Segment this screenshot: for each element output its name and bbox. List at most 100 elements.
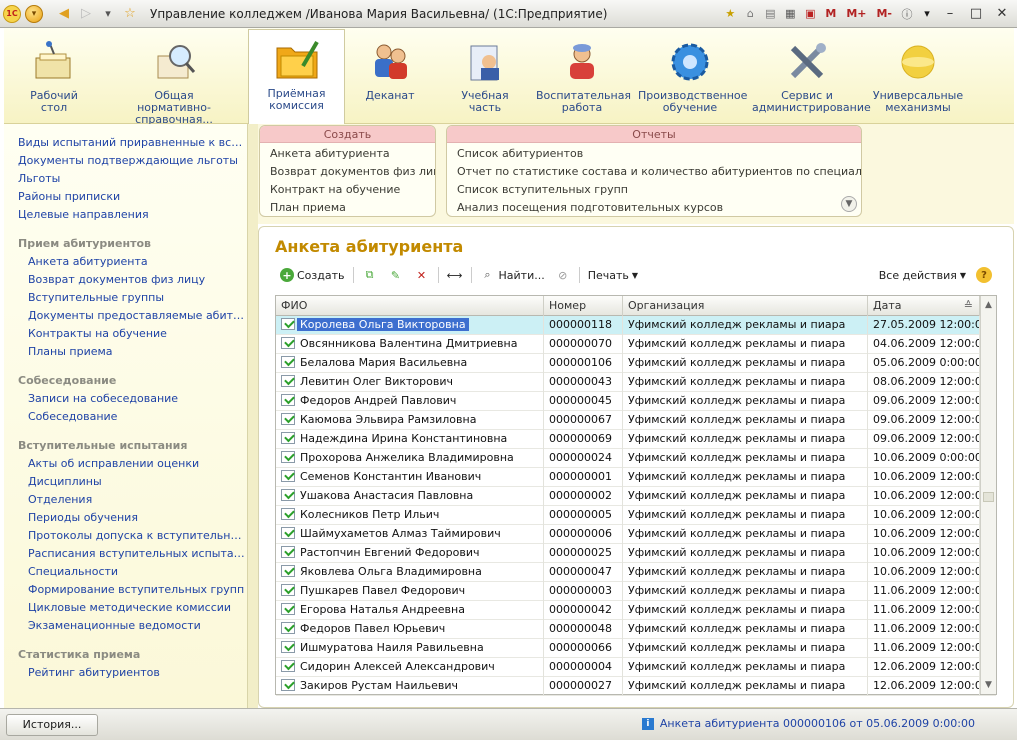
column-header-fio[interactable]: ФИО [276,296,544,316]
delete-button[interactable]: ✕ [409,267,435,283]
all-actions-button[interactable]: Все действия ▼ [874,269,971,282]
maximize-button[interactable]: □ [965,6,987,21]
scroll-thumb[interactable] [983,492,994,502]
nav-link[interactable]: Льготы [4,170,247,188]
table-row[interactable]: Яковлева Ольга Владимировна 000000047 Уфим… [276,563,996,582]
table-row[interactable]: Каюмова Эльвира Рамзиловна 000000067 Уфимс… [276,411,996,430]
back-arrow-icon[interactable]: ◀ [54,4,74,24]
column-header-number[interactable]: Номер [544,296,623,316]
table-row[interactable]: Пушкарев Павел Федорович 000000003 Уфимски… [276,582,996,601]
nav-link[interactable]: Формирование вступительных групп [4,581,247,599]
calculator-icon[interactable]: ▦ [782,6,798,22]
nav-link[interactable]: Документы предоставляемые абитури... [4,307,247,325]
memory-mminus-button[interactable]: M- [873,7,895,20]
history-button[interactable]: История... [6,714,98,736]
nav-link[interactable]: Вступительные группы [4,289,247,307]
nav-link[interactable]: Анкета абитуриента [4,253,247,271]
column-header-date[interactable]: Дата ≙ [868,296,980,316]
home-icon[interactable]: ⌂ [742,6,758,22]
main-menu-button[interactable]: ▾ [24,4,44,24]
table-row[interactable]: Белалова Мария Васильевна 000000106 Уфимск… [276,354,996,373]
section-educational-work[interactable]: Воспитательная работа [536,32,631,122]
table-row[interactable]: Шаймухаметов Алмаз Таймирович 000000006 Уф… [276,525,996,544]
nav-link[interactable]: Записи на собеседование [4,390,247,408]
nav-link[interactable]: Периоды обучения [4,509,247,527]
calendar-icon[interactable]: ▣ [802,6,818,22]
create-item[interactable]: Возврат документов физ лицу [260,163,435,181]
table-row[interactable]: Федоров Павел Юрьевич 000000048 Уфимский к… [276,620,996,639]
table-row[interactable]: Ишмуратова Наиля Равильевна 000000066 Уфим… [276,639,996,658]
scroll-up-icon[interactable]: ▲ [981,296,996,314]
nav-link[interactable]: Рейтинг абитуриентов [4,664,247,682]
app-logo-icon[interactable]: 1С [2,4,22,24]
documents-table[interactable]: ФИО Номер Организация Дата ≙ Королева Оль… [275,295,997,696]
nav-link[interactable]: Планы приема [4,343,247,361]
nav-link[interactable]: Акты об исправлении оценки [4,455,247,473]
create-item[interactable]: Анкета абитуриента [260,145,435,163]
report-item[interactable]: Список вступительных групп [447,181,861,199]
panel-splitter[interactable] [248,124,258,708]
print-button[interactable]: Печать ▼ [583,269,643,282]
table-row[interactable]: Ушакова Анастасия Павловна 000000002 Уфимс… [276,487,996,506]
print-icon[interactable]: ▤ [762,6,778,22]
forward-arrow-icon[interactable]: ▷ [76,4,96,24]
section-universal[interactable]: Универсальные механизмы [870,32,966,122]
section-reference[interactable]: Общая нормативно-справочная... [100,32,248,126]
table-row[interactable]: Закиров Рустам Наильевич 000000027 Уфимски… [276,677,996,696]
nav-link[interactable]: Протоколы допуска к вступительным ... [4,527,247,545]
status-message[interactable]: i Анкета абитуриента 000000106 от 05.06.… [641,717,975,730]
section-academic[interactable]: Учебная часть [450,32,520,122]
nav-link[interactable]: Целевые направления [4,206,247,224]
table-row[interactable]: Федоров Андрей Павлович 000000045 Уфимский… [276,392,996,411]
nav-link[interactable]: Контракты на обучение [4,325,247,343]
nav-link[interactable]: Цикловые методические комиссии [4,599,247,617]
report-item[interactable]: Анализ посещения подготовительных курсов [447,199,861,216]
memory-m-button[interactable]: M [822,7,839,20]
report-item[interactable]: Отчет по статистике состава и количество… [447,163,861,181]
column-header-organization[interactable]: Организация [623,296,868,316]
nav-link[interactable]: Расписания вступительных испытаний [4,545,247,563]
memory-mplus-button[interactable]: M+ [843,7,869,20]
close-button[interactable]: ✕ [991,6,1013,21]
info-icon[interactable]: ⓘ [899,6,915,22]
expand-panel-icon[interactable]: ▼ [841,196,857,212]
section-service[interactable]: Сервис и администрирование [752,32,871,122]
table-row[interactable]: Растопчин Евгений Федорович 000000025 Уфим… [276,544,996,563]
section-dean[interactable]: Деканат [354,32,426,122]
report-item[interactable]: Список абитуриентов [447,145,861,163]
help-button[interactable]: ? [971,267,997,283]
post-button[interactable]: ⟷ [442,267,468,283]
minimize-button[interactable]: – [939,6,961,21]
create-item[interactable]: Контракт на обучение [260,181,435,199]
nav-link[interactable]: Районы приписки [4,188,247,206]
table-row[interactable]: Левитин Олег Викторович 000000043 Уфимский… [276,373,996,392]
table-row[interactable]: Прохорова Анжелика Владимировна 000000024… [276,449,996,468]
table-row[interactable]: Королева Ольга Викторовна 000000118 Уфимск… [276,316,996,335]
table-row[interactable]: Егорова Наталья Андреевна 000000042 Уфимск… [276,601,996,620]
scroll-down-icon[interactable]: ▼ [981,676,996,694]
section-admission[interactable]: Приёмная комиссия [248,29,345,125]
section-desktop[interactable]: Рабочий стол [16,32,92,122]
dropdown-icon[interactable]: ▾ [919,6,935,22]
table-row[interactable]: Семенов Константин Иванович 000000001 Уфим… [276,468,996,487]
cancel-search-button[interactable]: ⊘ [550,267,576,283]
edit-button[interactable]: ✎ [383,267,409,283]
nav-link[interactable]: Возврат документов физ лицу [4,271,247,289]
history-dropdown-icon[interactable]: ▾ [98,4,118,24]
create-item[interactable]: План приема [260,199,435,216]
table-row[interactable]: Овсянникова Валентина Дмитриевна 00000007… [276,335,996,354]
nav-link[interactable]: Документы подтверждающие льготы [4,152,247,170]
table-row[interactable]: Надеждина Ирина Константиновна 000000069 У… [276,430,996,449]
vertical-scrollbar[interactable]: ▲ ▼ [980,296,996,694]
nav-link[interactable]: Специальности [4,563,247,581]
create-button[interactable]: + Создать [275,268,350,282]
nav-link[interactable]: Дисциплины [4,473,247,491]
table-row[interactable]: Сидорин Алексей Александрович 000000004 Уф… [276,658,996,677]
nav-link[interactable]: Экзаменационные ведомости [4,617,247,635]
find-button[interactable]: ⌕ Найти... [475,267,550,283]
nav-link[interactable]: Отделения [4,491,247,509]
nav-link[interactable]: Собеседование [4,408,247,426]
nav-link[interactable]: Виды испытаний приравненные к вступи... [4,134,247,152]
favorites-add-icon[interactable]: ★ [722,6,738,22]
copy-button[interactable]: ⧉ [357,267,383,283]
